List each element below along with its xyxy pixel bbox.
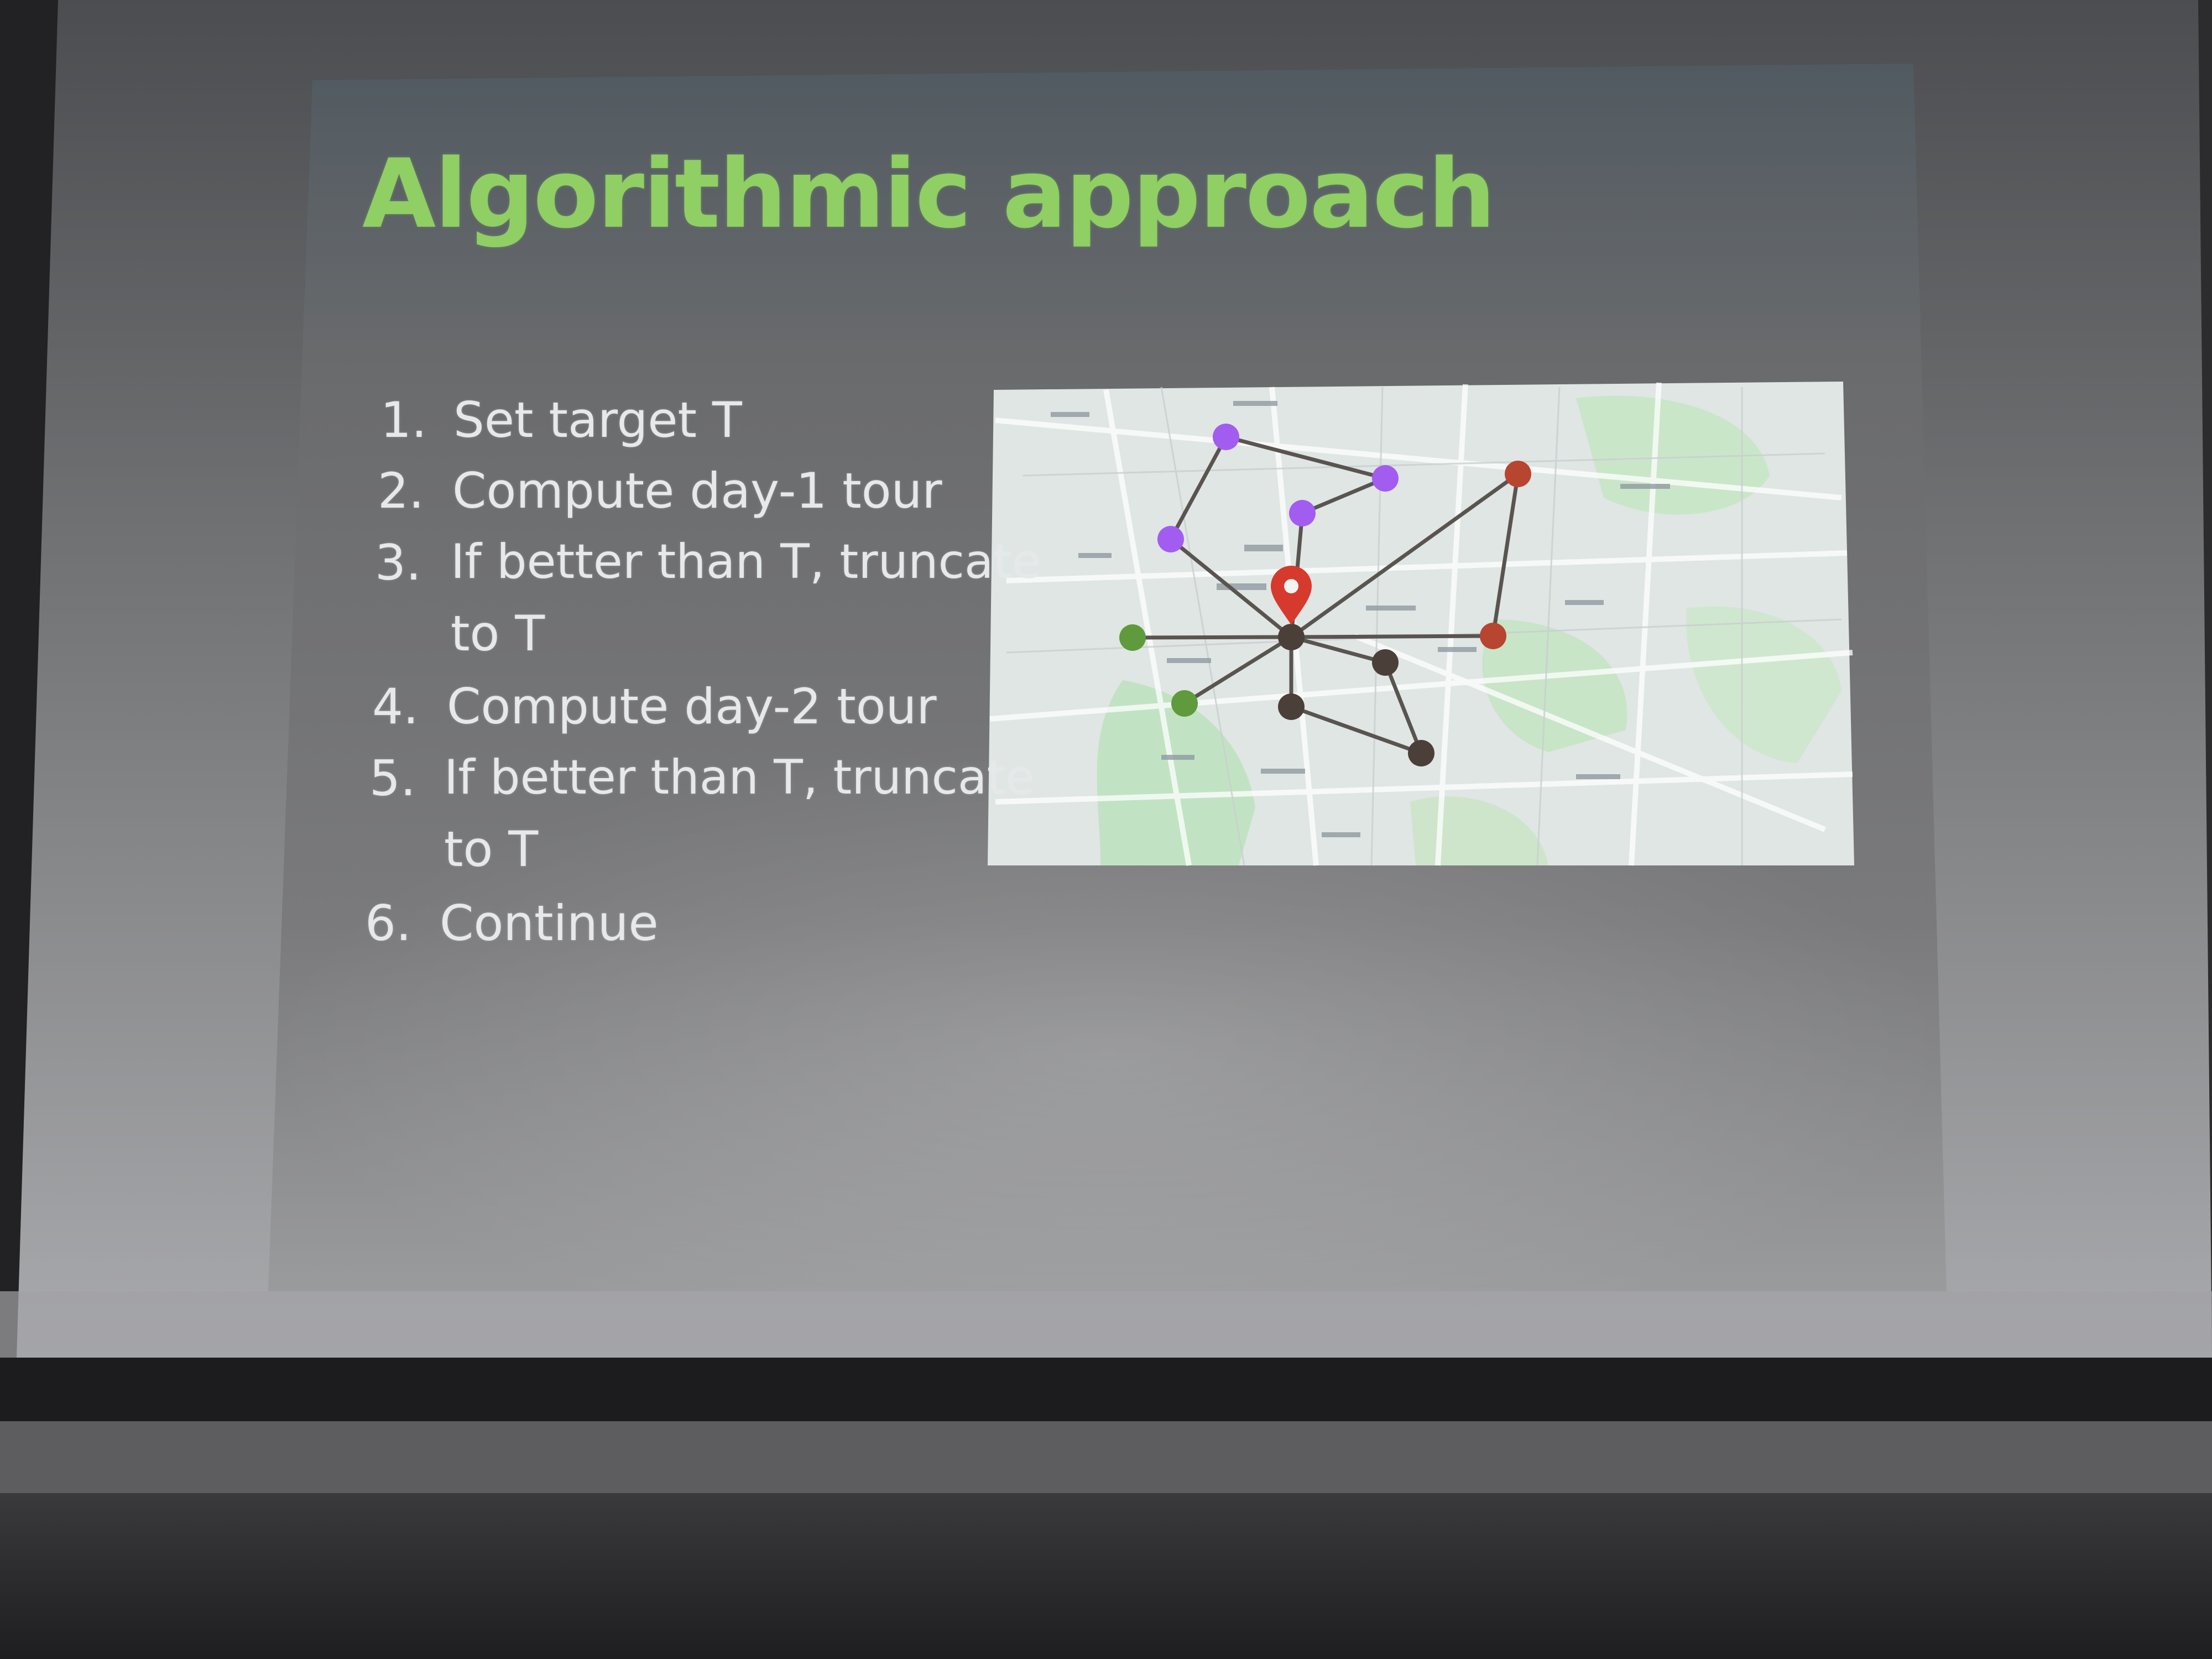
step-number: 2. — [378, 462, 424, 519]
step-text: If better than T, truncate — [444, 750, 1035, 805]
step-text: Set target T — [453, 392, 742, 448]
step-text: If better than T, truncate — [451, 534, 1042, 589]
step-text: Compute day-2 tour — [447, 678, 937, 735]
step-number: 3. — [375, 534, 421, 591]
step-text-continued: to T — [444, 821, 539, 878]
slide-title: Algorithmic approach — [362, 138, 1496, 249]
step-number: 4. — [372, 678, 419, 735]
step-number: 1. — [380, 392, 427, 448]
step-number: 6. — [365, 895, 411, 952]
step-number: 5. — [369, 750, 416, 807]
step-text: Compute day-1 tour — [452, 462, 942, 519]
slide-content: Algorithmic approach 1. Set target T 2. … — [0, 0, 2212, 1659]
step-text: Continue — [440, 895, 659, 952]
step-text-continued: to T — [451, 605, 545, 662]
